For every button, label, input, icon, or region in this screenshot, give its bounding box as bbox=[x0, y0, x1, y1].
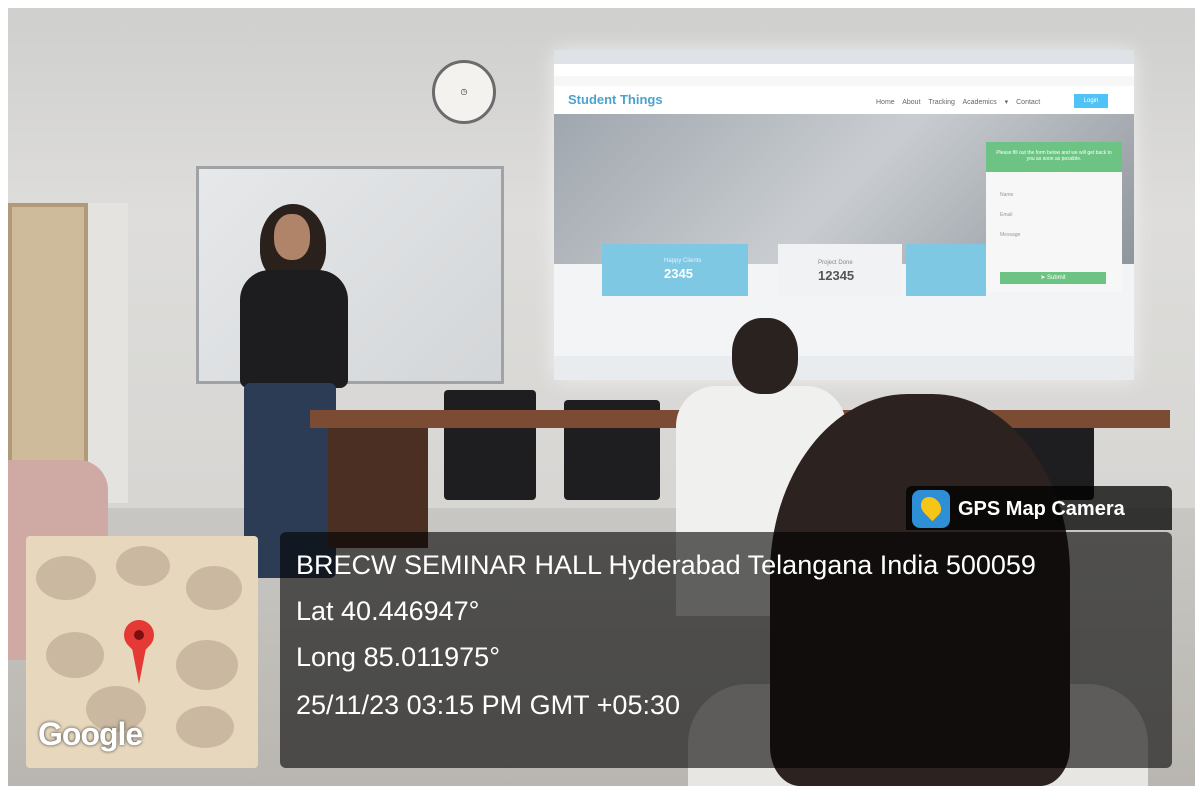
map-terrain bbox=[176, 706, 234, 748]
speaker-face bbox=[274, 214, 310, 260]
chair bbox=[444, 390, 536, 500]
browser-url-bar bbox=[554, 64, 1134, 76]
gps-camera-label: GPS Map Camera bbox=[958, 498, 1125, 520]
stat-value: 2345 bbox=[664, 266, 693, 281]
door-frame bbox=[88, 203, 128, 503]
stat-value: 12345 bbox=[818, 268, 855, 283]
audience-man-head bbox=[732, 318, 798, 394]
stat-label: Happy Clients bbox=[664, 258, 702, 264]
map-terrain bbox=[176, 640, 238, 690]
latitude: Lat 40.446947° bbox=[296, 596, 480, 626]
message-field: Message bbox=[1000, 232, 1021, 238]
site-logo: Student Things bbox=[568, 92, 663, 107]
name-field: Name bbox=[1000, 192, 1014, 198]
map-terrain bbox=[186, 566, 242, 610]
map-terrain bbox=[116, 546, 170, 586]
map-terrain bbox=[36, 556, 96, 600]
submit-button: ➤ Submit bbox=[1000, 272, 1106, 284]
door bbox=[8, 203, 88, 503]
stat-label: Project Done bbox=[818, 260, 853, 266]
map-terrain bbox=[46, 632, 104, 678]
browser-bookmarks-bar bbox=[554, 76, 1134, 86]
email-field: Email bbox=[1000, 212, 1013, 218]
site-menu: Home About Tracking Academics ▾ Contact bbox=[876, 99, 1041, 106]
taskbar bbox=[554, 356, 1134, 380]
longitude: Long 85.011975° bbox=[296, 642, 500, 672]
stat-card-third bbox=[906, 244, 986, 296]
contact-form-intro: Please fill out the form below and we wi… bbox=[996, 150, 1112, 162]
location-address: BRECW SEMINAR HALL Hyderabad Telangana I… bbox=[296, 550, 1036, 580]
browser-tab-bar bbox=[554, 50, 1134, 64]
timestamp: 25/11/23 03:15 PM GMT +05:30 bbox=[296, 690, 680, 720]
login-button: Login bbox=[1074, 94, 1108, 108]
projected-screen: Student Things Home About Tracking Acade… bbox=[554, 50, 1134, 380]
google-attribution: Google bbox=[38, 716, 143, 752]
location-pin-dot bbox=[134, 630, 144, 640]
desk-cabinet bbox=[328, 428, 428, 548]
wall-clock: ◷ bbox=[432, 60, 496, 124]
speaker-top bbox=[240, 270, 348, 388]
